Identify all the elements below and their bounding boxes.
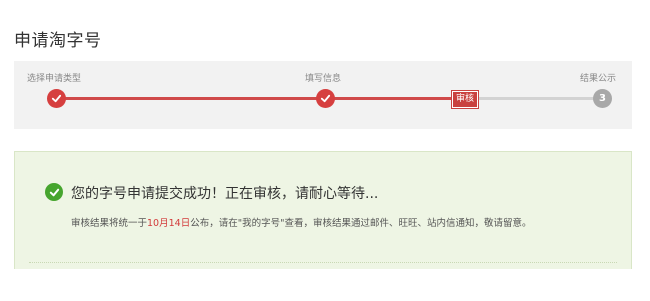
success-message: 您的字号申请提交成功！正在审核，请耐心等待... <box>71 186 379 202</box>
step-label-select-type: 选择申请类型 <box>27 74 82 84</box>
page-title: 申请淘字号 <box>14 31 102 51</box>
step-label-result: 结果公示 <box>580 74 617 84</box>
step-4-pending-node: 3 <box>593 89 612 108</box>
step-current-review-tag: 审核 <box>450 90 480 109</box>
success-check-icon <box>45 183 63 201</box>
step-2-done-node <box>316 89 335 108</box>
progress-stepper: 选择申请类型 填写信息 结果公示 审核 3 <box>14 61 632 129</box>
detail-text-after: 公布，请在"我的字号"查看，审核结果通过邮件、旺旺、站内信通知，敬请留意。 <box>190 218 532 229</box>
announce-date: 10月14日 <box>147 218 191 229</box>
detail-text-before: 审核结果将统一于 <box>71 218 148 229</box>
result-panel: 您的字号申请提交成功！正在审核，请耐心等待... 审核结果将统一于10月14日公… <box>14 151 632 269</box>
progress-track-completed <box>59 97 452 100</box>
step-1-done-node <box>47 89 66 108</box>
divider <box>29 262 617 263</box>
checkmark-icon <box>320 94 331 103</box>
step-label-fill-info: 填写信息 <box>305 74 342 84</box>
result-detail-text: 审核结果将统一于10月14日公布，请在"我的字号"查看，审核结果通过邮件、旺旺、… <box>71 215 611 232</box>
checkmark-icon <box>51 94 62 103</box>
